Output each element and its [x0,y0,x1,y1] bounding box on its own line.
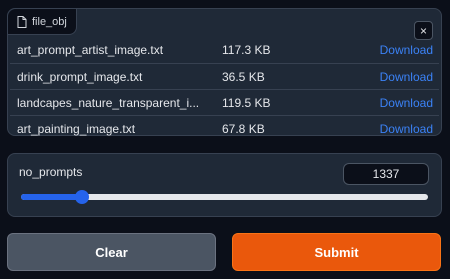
clear-button[interactable]: Clear [7,233,216,271]
slider-label: no_prompts [19,165,83,179]
submit-button[interactable]: Submit [232,233,441,271]
file-row: art_prompt_artist_image.txt 117.3 KB Dow… [10,37,439,63]
slider-number-input[interactable] [343,163,429,185]
file-label: file_obj [32,15,67,28]
file-component: file_obj × art_prompt_artist_image.txt 1… [7,8,442,136]
slider-track[interactable] [21,190,428,204]
file-name: art_prompt_artist_image.txt [17,43,164,57]
file-size: 67.8 KB [222,121,265,136]
download-link[interactable]: Download [377,43,433,57]
file-row: art_painting_image.txt 67.8 KB Download [10,115,439,141]
file-label-tab: file_obj [8,9,77,35]
file-row: landcapes_nature_transparent_i... 119.5 … [10,89,439,115]
file-row: drink_prompt_image.txt 36.5 KB Download [10,63,439,89]
download-link[interactable]: Download [377,96,433,110]
download-link[interactable]: Download [377,70,433,84]
slider-thumb[interactable] [75,190,90,204]
slider-component: no_prompts [7,153,442,217]
file-size: 36.5 KB [222,69,265,84]
file-name: landcapes_nature_transparent_i... [17,95,200,110]
file-size: 117.3 KB [222,43,271,57]
file-icon [17,15,27,28]
slider-fill [21,194,83,200]
file-name: drink_prompt_image.txt [17,69,143,84]
close-icon: × [419,23,427,38]
download-link[interactable]: Download [377,122,433,136]
file-list: art_prompt_artist_image.txt 117.3 KB Dow… [10,37,439,141]
file-name: art_painting_image.txt [17,121,136,136]
file-size: 119.5 KB [222,95,271,110]
